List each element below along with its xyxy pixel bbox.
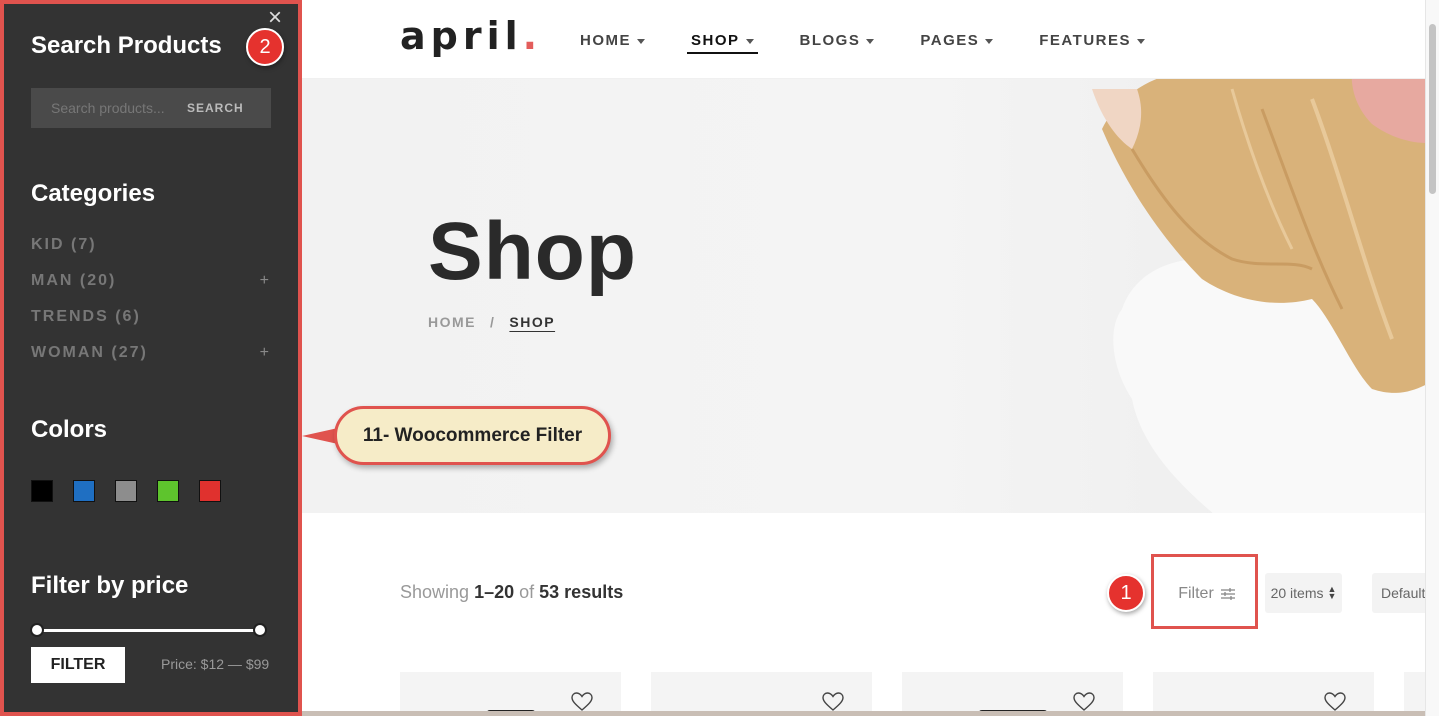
product-card[interactable] <box>651 672 872 716</box>
items-per-page-select[interactable]: 20 items ▲ ▼ <box>1265 573 1342 613</box>
annotation-callout: 11- Woocommerce Filter <box>334 406 611 465</box>
category-item-trends[interactable]: TRENDS (6) <box>31 308 271 326</box>
wishlist-heart-icon[interactable] <box>1324 692 1346 712</box>
expand-plus-icon[interactable]: + <box>260 344 271 362</box>
site-logo[interactable]: april. <box>400 14 542 58</box>
color-swatch-red[interactable] <box>199 480 221 502</box>
product-card[interactable] <box>1153 672 1374 716</box>
page-scrollbar[interactable] <box>1425 0 1439 716</box>
color-swatch-blue[interactable] <box>73 480 95 502</box>
step-badge-1: 1 <box>1107 574 1145 612</box>
filter-sidebar: × Search Products SEARCH Categories KID … <box>0 0 302 716</box>
page-title: Shop <box>428 206 637 297</box>
close-icon[interactable]: × <box>268 6 282 30</box>
apply-filter-button[interactable]: FILTER <box>31 647 125 683</box>
price-slider-min-handle[interactable] <box>30 623 44 637</box>
scrollbar-thumb[interactable] <box>1429 24 1436 194</box>
colors-heading: Colors <box>31 416 108 443</box>
category-item-woman[interactable]: WOMAN (27) + <box>31 344 271 362</box>
select-arrows-icon: ▲ ▼ <box>1327 584 1337 601</box>
window-bottom-edge <box>220 711 1425 716</box>
main-nav: HOME SHOP BLOGS PAGES FEATURES <box>580 30 1191 54</box>
page: april. HOME SHOP BLOGS PAGES FEATURES Sh… <box>0 0 1439 716</box>
breadcrumb-home[interactable]: HOME <box>428 314 476 330</box>
search-input[interactable] <box>31 88 181 128</box>
price-slider-max-handle[interactable] <box>253 623 267 637</box>
price-slider-track[interactable] <box>37 629 261 632</box>
price-range-label: Price: $12 — $99 <box>161 656 270 672</box>
product-search-form: SEARCH <box>31 88 271 128</box>
category-item-kid[interactable]: KID (7) <box>31 236 271 254</box>
nav-item-pages[interactable]: PAGES <box>920 30 994 50</box>
search-button[interactable]: SEARCH <box>187 101 244 115</box>
product-card[interactable] <box>902 672 1123 716</box>
nav-item-shop[interactable]: SHOP <box>687 30 758 54</box>
color-swatch-green[interactable] <box>157 480 179 502</box>
categories-heading: Categories <box>31 180 156 207</box>
hero-model-image <box>1092 79 1425 513</box>
step-badge-2: 2 <box>246 28 284 66</box>
product-card[interactable] <box>400 672 621 716</box>
nav-item-features[interactable]: FEATURES <box>1039 30 1145 50</box>
expand-plus-icon[interactable]: + <box>260 272 271 290</box>
wishlist-heart-icon[interactable] <box>1073 692 1095 712</box>
nav-item-blogs[interactable]: BLOGS <box>800 30 875 50</box>
color-swatch-gray[interactable] <box>115 480 137 502</box>
breadcrumb: HOME / SHOP <box>428 314 555 330</box>
site-header: april. HOME SHOP BLOGS PAGES FEATURES <box>302 0 1425 79</box>
filter-highlight-box <box>1151 554 1258 629</box>
chevron-down-icon <box>1137 38 1145 44</box>
chevron-down-icon <box>866 38 875 44</box>
category-item-man[interactable]: MAN (20) + <box>31 272 271 290</box>
search-products-heading: Search Products <box>31 32 222 59</box>
product-card[interactable] <box>1404 672 1425 716</box>
filter-by-price-heading: Filter by price <box>31 572 189 599</box>
chevron-down-icon <box>637 38 645 44</box>
breadcrumb-current[interactable]: SHOP <box>509 314 555 330</box>
nav-item-home[interactable]: HOME <box>580 30 645 50</box>
chevron-down-icon <box>985 38 994 44</box>
wishlist-heart-icon[interactable] <box>571 692 593 712</box>
breadcrumb-separator: / <box>490 314 496 330</box>
color-swatch-black[interactable] <box>31 480 53 502</box>
results-count: Showing 1–20 of 53 results <box>400 582 624 602</box>
wishlist-heart-icon[interactable] <box>822 692 844 712</box>
chevron-down-icon <box>745 38 754 44</box>
